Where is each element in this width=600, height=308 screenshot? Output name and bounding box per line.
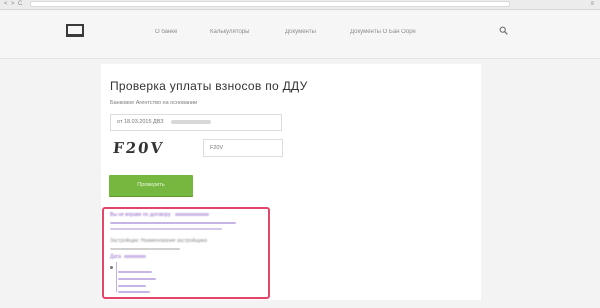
result-line-3 (110, 228, 222, 230)
developer-line-2 (110, 248, 180, 250)
back-arrow-icon[interactable]: < (4, 1, 8, 8)
result-line-2 (110, 222, 236, 224)
tree-item-4[interactable] (118, 291, 150, 293)
captcha-image: F20V (112, 139, 166, 157)
contract-number-input[interactable]: от 18.03.2015 ДВЗ (110, 114, 282, 131)
nav-item-documents-about[interactable]: Документы О Бан Ооре (350, 28, 416, 36)
tree-item-2[interactable] (118, 278, 156, 280)
nav-item-about[interactable]: О банке (155, 28, 177, 36)
browser-menu-icon[interactable]: ≡ (590, 1, 594, 8)
developer-line: Застройщик: Наименование застройщика (110, 238, 208, 244)
reload-icon[interactable]: C (18, 1, 22, 8)
nav-item-documents[interactable]: Документы (285, 28, 316, 36)
tree-line (116, 262, 117, 292)
result-line-1[interactable]: Вы не вправе по договору (110, 212, 210, 218)
site-logo[interactable] (64, 24, 86, 44)
forward-arrow-icon[interactable]: > (11, 1, 15, 8)
browser-toolbar: < > C ≡ (0, 0, 600, 10)
contract-number-value: от 18.03.2015 ДВЗ (117, 119, 164, 125)
tree-item-1[interactable] (118, 271, 152, 273)
masked-value (171, 119, 212, 124)
contract-field-label: Банковое Агентство на основании (110, 100, 198, 106)
date-line[interactable]: Дата (110, 254, 147, 260)
book-logo-icon (66, 24, 84, 37)
search-icon[interactable] (499, 26, 508, 35)
captcha-input[interactable]: F20V (203, 139, 283, 157)
check-button[interactable]: Проверить (109, 175, 193, 196)
page-title: Проверка уплаты взносов по ДДУ (110, 79, 308, 93)
list-bullet-icon (110, 266, 113, 269)
nav-item-calculators[interactable]: Калькуляторы (210, 28, 249, 36)
tree-item-3[interactable] (118, 285, 146, 287)
address-bar[interactable] (30, 1, 510, 7)
